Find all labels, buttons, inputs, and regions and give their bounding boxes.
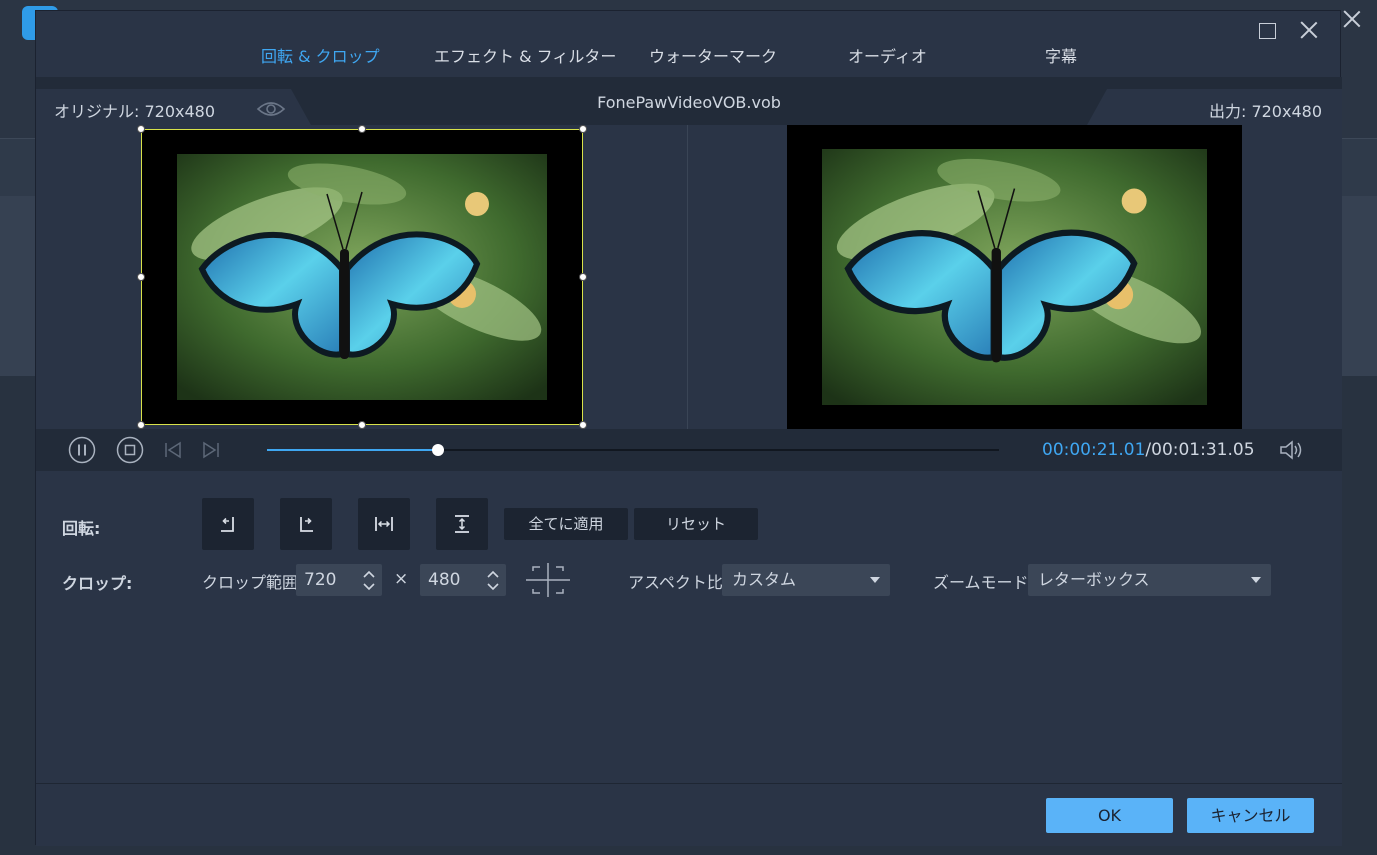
chevron-down-icon[interactable] (486, 581, 500, 593)
crop-handle-bottom[interactable] (358, 421, 366, 429)
crop-frame[interactable] (137, 125, 587, 429)
crop-handle-right[interactable] (579, 273, 587, 281)
tab-rotate-crop[interactable]: 回転 & クロップ (261, 43, 380, 67)
crop-handle-top[interactable] (358, 125, 366, 133)
crop-handle-bottom-right[interactable] (579, 421, 587, 429)
preview-header: オリジナル: 720x480 FonePawVideoVOB.vob 出力: 7… (36, 77, 1342, 125)
original-preview-image (177, 154, 547, 400)
rotate-left-button[interactable] (202, 498, 254, 550)
rotate-right-button[interactable] (280, 498, 332, 550)
ok-button[interactable]: OK (1046, 798, 1173, 833)
chevron-up-icon[interactable] (362, 568, 376, 580)
time-display: 00:00:21.01/00:01:31.05 (1042, 440, 1255, 460)
output-size-label: 出力: 720x480 (1208, 102, 1322, 121)
volume-icon[interactable] (1278, 439, 1304, 461)
rotate-label: 回転: (62, 519, 101, 538)
rotate-left-icon (221, 517, 234, 532)
flip-vertical-icon (455, 515, 469, 533)
cancel-button[interactable]: キャンセル (1187, 798, 1314, 833)
crop-height-stepper (420, 564, 506, 596)
times-sign: × (394, 569, 409, 589)
flip-vertical-button[interactable] (436, 498, 488, 550)
caret-down-icon (1251, 577, 1261, 583)
flip-horizontal-icon (375, 517, 393, 531)
crop-handle-top-right[interactable] (579, 125, 587, 133)
crop-handle-left[interactable] (137, 273, 145, 281)
output-preview-image (822, 149, 1207, 405)
current-time: 00:00:21.01 (1042, 440, 1146, 460)
edit-controls: 回転: 全てに適用 リセット クロップ: クロップ範囲: 720 × 480 ア… (36, 471, 1342, 783)
aspect-ratio-label: アスペクト比: (628, 573, 729, 592)
center-crop-icon[interactable] (524, 561, 572, 599)
preview-area (36, 125, 1342, 429)
stop-icon[interactable] (116, 436, 144, 464)
crop-height-input[interactable] (420, 564, 480, 596)
tab-effects-filters[interactable]: エフェクト & フィルター (434, 43, 616, 67)
zoom-mode-value: レターボックス (1038, 570, 1150, 589)
aspect-ratio-select[interactable]: カスタム (722, 564, 890, 596)
output-preview (787, 125, 1242, 429)
tab-watermark[interactable]: ウォーターマーク (649, 43, 777, 67)
progress-knob[interactable] (431, 444, 444, 456)
total-time: 00:01:31.05 (1151, 440, 1255, 460)
reset-button[interactable]: リセット (634, 508, 758, 540)
dialog-footer: OK キャンセル (36, 783, 1342, 846)
crop-handle-bottom-left[interactable] (137, 421, 145, 429)
aspect-ratio-value: カスタム (732, 570, 797, 589)
next-frame-icon[interactable] (196, 436, 224, 464)
zoom-mode-label: ズームモード: (933, 573, 1034, 592)
pause-icon[interactable] (68, 436, 96, 464)
crop-width-input[interactable] (296, 564, 356, 596)
crop-range-label: クロップ範囲: (202, 573, 304, 592)
crop-width-stepper (296, 564, 382, 596)
tab-bar: 回転 & クロップ エフェクト & フィルター ウォーターマーク オーディオ 字… (36, 37, 1342, 73)
flip-horizontal-button[interactable] (358, 498, 410, 550)
edit-dialog: 回転 & クロップ エフェクト & フィルター ウォーターマーク オーディオ 字… (35, 10, 1342, 846)
progress-bar[interactable] (267, 444, 999, 456)
tab-audio[interactable]: オーディオ (848, 43, 927, 67)
rotate-right-icon (300, 517, 313, 532)
chevron-down-icon[interactable] (362, 581, 376, 593)
crop-label: クロップ: (62, 574, 133, 593)
apply-to-all-button[interactable]: 全てに適用 (504, 508, 628, 540)
file-name: FonePawVideoVOB.vob (597, 93, 781, 112)
tab-subtitles[interactable]: 字幕 (1045, 43, 1077, 67)
chevron-up-icon[interactable] (486, 568, 500, 580)
caret-down-icon (870, 577, 880, 583)
app-close-icon[interactable] (1341, 8, 1363, 30)
progress-fill (267, 449, 438, 451)
zoom-mode-select[interactable]: レターボックス (1028, 564, 1271, 596)
playback-bar: 00:00:21.01/00:01:31.05 (36, 429, 1342, 471)
crop-handle-top-left[interactable] (137, 125, 145, 133)
previous-frame-icon[interactable] (160, 436, 188, 464)
